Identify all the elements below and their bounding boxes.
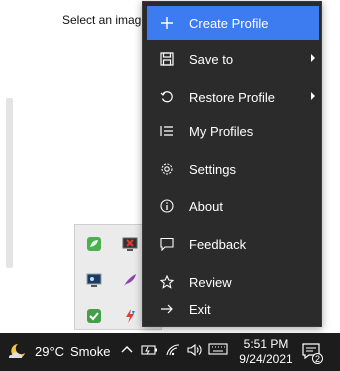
menu-item-feedback[interactable]: Feedback — [143, 227, 321, 261]
battery-icon[interactable] — [141, 343, 159, 357]
keyboard-icon[interactable] — [208, 342, 228, 356]
menu-item-create-profile[interactable]: Create Profile — [147, 6, 319, 40]
notification-count-badge: 2 — [312, 353, 323, 364]
plus-icon — [159, 15, 175, 31]
green-check-icon[interactable] — [85, 307, 103, 325]
lightning-icon[interactable] — [121, 307, 139, 325]
chevron-up-icon[interactable] — [121, 344, 133, 354]
monitor-icon[interactable] — [85, 271, 103, 289]
submenu-arrow-icon — [311, 54, 315, 62]
volume-icon[interactable] — [186, 343, 204, 357]
menu-item-label: Save to — [189, 51, 234, 67]
arrow-right-icon — [159, 301, 175, 317]
red-cross-monitor-icon[interactable] — [121, 235, 139, 253]
info-icon — [159, 198, 175, 214]
menu-item-save-to[interactable]: Save to — [143, 42, 321, 76]
list-icon — [159, 123, 175, 139]
clock-time: 5:51 PM — [243, 337, 289, 351]
weather-temperature[interactable]: 29°C — [35, 344, 64, 359]
menu-item-label: About — [189, 198, 223, 214]
menu-item-restore-profile[interactable]: Restore Profile — [143, 80, 321, 114]
menu-item-settings[interactable]: Settings — [143, 152, 321, 186]
menu-item-label: Feedback — [189, 236, 247, 252]
moon-cloud-icon[interactable] — [6, 342, 28, 362]
menu-item-about[interactable]: About — [143, 189, 321, 223]
menu-item-label: Restore Profile — [189, 89, 275, 105]
weather-condition[interactable]: Smoke — [70, 344, 110, 359]
gear-icon — [159, 161, 175, 177]
menu-item-my-profiles[interactable]: My Profiles — [143, 114, 321, 148]
wifi-icon[interactable] — [165, 343, 181, 357]
chat-icon — [159, 236, 175, 252]
floppy-icon — [159, 51, 175, 67]
menu-item-label: Exit — [189, 301, 211, 317]
star-icon — [159, 274, 175, 290]
scrollbar[interactable] — [6, 98, 13, 268]
menu-item-label: Settings — [189, 161, 236, 177]
menu-item-label: My Profiles — [189, 123, 254, 139]
menu-item-exit[interactable]: Exit — [143, 292, 321, 326]
restore-icon — [159, 89, 175, 105]
context-menu: Create Profile Save to Restore Profile M… — [142, 1, 322, 327]
submenu-arrow-icon — [311, 92, 315, 100]
menu-item-label: Review — [189, 274, 232, 290]
feather-icon[interactable] — [121, 271, 139, 289]
clock-date: 9/24/2021 — [239, 352, 293, 366]
green-leaf-icon[interactable] — [85, 235, 103, 253]
clock[interactable]: 5:51 PM 9/24/2021 — [236, 337, 296, 367]
menu-item-label: Create Profile — [189, 15, 269, 31]
